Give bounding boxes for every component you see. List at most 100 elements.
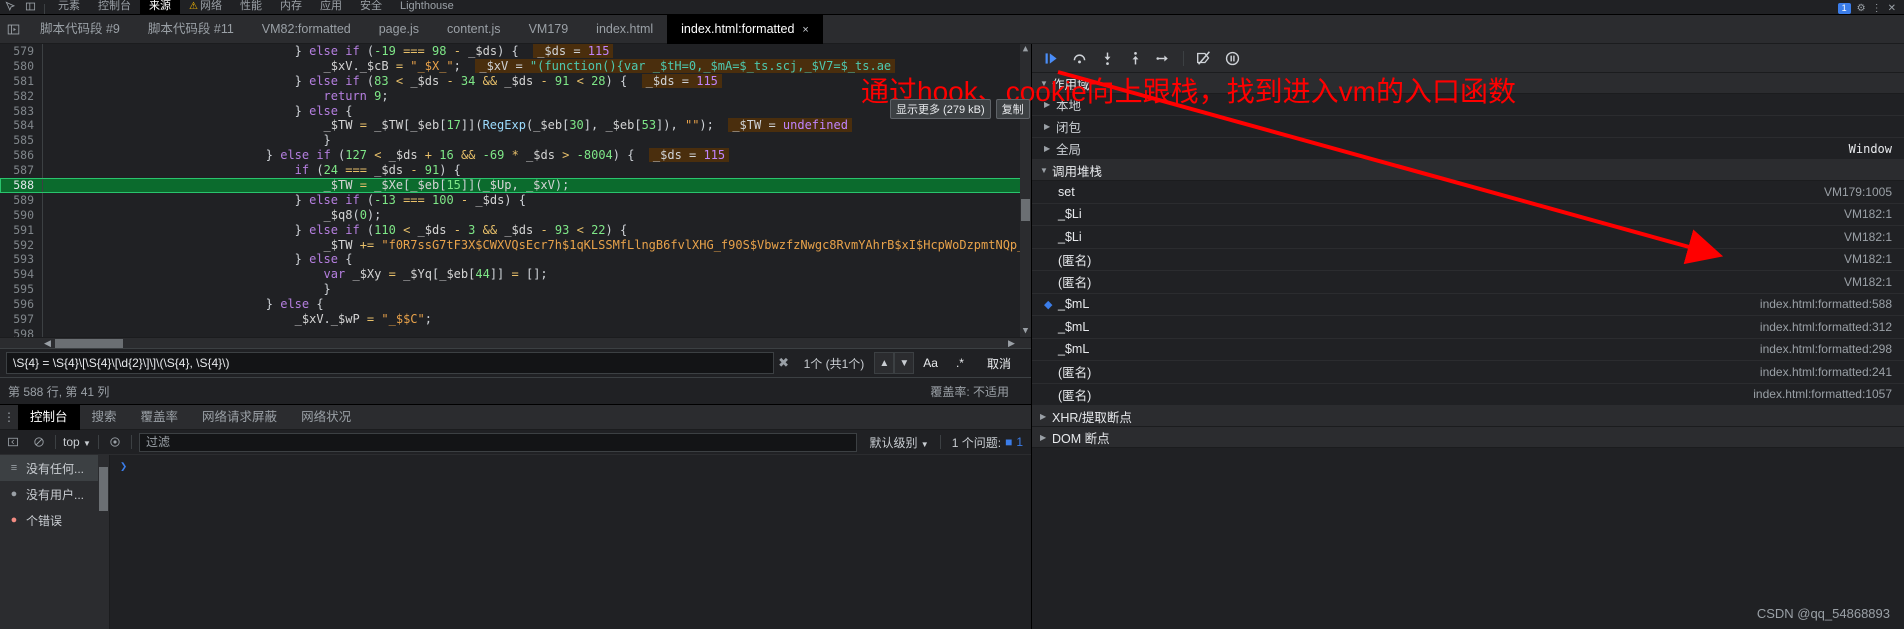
breakpoint-gutter[interactable] — [42, 148, 49, 164]
source-tab-7[interactable]: index.html:formatted × — [667, 14, 823, 44]
console-sidebar-item-0[interactable]: ≡ 没有任何... — [0, 455, 109, 481]
line-number[interactable]: 598 — [0, 326, 42, 337]
main-tab-2[interactable]: 来源 — [140, 0, 180, 14]
step-out-button[interactable] — [1122, 45, 1148, 71]
source-tab-0[interactable]: 脚本代码段 #9 — [26, 15, 134, 44]
line-number[interactable]: 593 — [0, 252, 42, 268]
line-number[interactable]: 596 — [0, 297, 42, 313]
source-tab-6[interactable]: index.html — [582, 15, 667, 44]
console-output[interactable]: ❯ — [110, 455, 1031, 629]
copy-button[interactable]: 复制 — [995, 99, 1030, 119]
gear-icon[interactable]: ⚙ — [1857, 3, 1866, 14]
callstack-row-6[interactable]: _$mL index.html:formatted:312 — [1032, 316, 1904, 339]
editor-horizontal-scrollbar[interactable]: ◀ ▶ — [0, 337, 1031, 348]
issues-badge[interactable]: 1 — [1837, 3, 1851, 14]
search-input[interactable] — [6, 352, 774, 374]
regex-button[interactable]: .* — [947, 356, 973, 370]
find-bar[interactable]: ✖ 1个 (共1个) ▲ ▼ Aa .* 取消 — [0, 348, 1031, 378]
code-line[interactable]: 593 } else { — [0, 252, 1031, 268]
line-number[interactable]: 579 — [0, 44, 42, 59]
show-console-sidebar-icon[interactable] — [0, 430, 26, 455]
line-number[interactable]: 592 — [0, 237, 42, 253]
callstack-row-9[interactable]: (匿名) index.html:formatted:1057 — [1032, 384, 1904, 406]
source-tab-4[interactable]: content.js — [433, 15, 515, 44]
pause-on-exceptions-button[interactable] — [1219, 45, 1245, 71]
scrollbar-thumb[interactable] — [99, 467, 108, 511]
callstack-row-7[interactable]: _$mL index.html:formatted:298 — [1032, 339, 1904, 361]
code-line[interactable]: 591 } else if (110 < _$ds - 3 && _$ds - … — [0, 222, 1031, 238]
line-number[interactable]: 583 — [0, 103, 42, 119]
match-case-button[interactable]: Aa — [914, 356, 947, 370]
chevron-right-icon[interactable]: ▶ — [1040, 412, 1052, 421]
code-line[interactable]: 586 } else if (127 < _$ds + 16 && -69 * … — [0, 148, 1031, 164]
breakpoint-gutter[interactable] — [42, 237, 49, 253]
console-toolbar[interactable]: top ▼ 过滤 默认级别 ▼ 1 个问题: ■ 1 — [0, 430, 1031, 455]
breakpoint-gutter[interactable] — [42, 163, 49, 179]
breakpoint-gutter[interactable] — [42, 252, 49, 268]
show-more-button[interactable]: 显示更多 (279 kB) — [890, 99, 991, 119]
breakpoint-gutter[interactable] — [42, 118, 49, 134]
code-line[interactable]: 587 if (24 === _$ds - 91) { — [0, 163, 1031, 179]
prev-match-button[interactable]: ▲ — [874, 352, 895, 374]
code-line[interactable]: 583 } else { — [0, 103, 1031, 119]
drawer-tab-2[interactable]: 覆盖率 — [129, 405, 191, 430]
sources-file-tabbar[interactable]: 脚本代码段 #9 脚本代码段 #11 VM82:formatted page.js co… — [0, 14, 1904, 44]
editor-vertical-scrollbar[interactable]: ▲ ▼ — [1020, 44, 1031, 337]
scope-rows[interactable]: ▶ 本地 ▶ 闭包 ▶ 全局 Window — [1032, 94, 1904, 160]
code-line[interactable]: 598 — [0, 326, 1031, 337]
close-icon[interactable]: × — [802, 24, 808, 36]
show-more-controls[interactable]: 显示更多 (279 kB) 复制 — [890, 99, 1030, 119]
callstack-rows[interactable]: set VM179:1005 _$Li VM182:1 _$Li VM182:1 (匿名) V… — [1032, 181, 1904, 406]
line-number[interactable]: 585 — [0, 133, 42, 149]
drawer-tab-0[interactable]: 控制台 — [18, 404, 80, 430]
code-line[interactable]: 585 } — [0, 133, 1031, 149]
code-line[interactable]: 579 } else if (-19 === 98 - _$ds) { _$ds… — [0, 44, 1031, 59]
code-line[interactable]: 582 return 9; — [0, 88, 1031, 104]
close-icon[interactable]: ✕ — [1888, 3, 1896, 14]
line-number[interactable]: 582 — [0, 88, 42, 104]
live-expression-icon[interactable] — [102, 430, 128, 455]
callstack-row-1[interactable]: _$Li VM182:1 — [1032, 204, 1904, 226]
source-tab-3[interactable]: page.js — [365, 15, 433, 44]
code-line[interactable]: 595 } — [0, 282, 1031, 298]
line-number[interactable]: 581 — [0, 73, 42, 89]
debugger-toolbar[interactable] — [1032, 44, 1904, 73]
scroll-up-arrow[interactable]: ▲ — [1020, 44, 1031, 55]
scroll-down-arrow[interactable]: ▼ — [1020, 326, 1031, 337]
line-number[interactable]: 587 — [0, 163, 42, 179]
extra-sections[interactable]: ▶ XHR/提取断点 ▶ DOM 断点 — [1032, 406, 1904, 448]
code-line[interactable]: 584 _$TW = _$TW[_$eb[17]](RegExp(_$eb[30… — [0, 118, 1031, 134]
console-sidebar[interactable]: ≡ 没有任何... ● 没有用户... ● 个错误 — [0, 455, 110, 629]
line-number[interactable]: 590 — [0, 207, 42, 223]
callstack-row-3[interactable]: (匿名) VM182:1 — [1032, 249, 1904, 271]
callstack-row-4[interactable]: (匿名) VM182:1 — [1032, 271, 1904, 294]
console-filter-input[interactable]: 过滤 — [138, 432, 858, 452]
breakpoint-gutter[interactable] — [42, 207, 49, 223]
breakpoint-gutter[interactable] — [42, 178, 49, 193]
scope-section-header[interactable]: ▼ 作用域 — [1032, 73, 1904, 94]
source-tab-5[interactable]: VM179 — [515, 15, 583, 44]
deactivate-breakpoints-button[interactable] — [1191, 45, 1217, 71]
log-level-selector[interactable]: 默认级别 ▼ — [861, 434, 936, 451]
breakpoint-gutter[interactable] — [42, 326, 49, 337]
code-line[interactable]: 588 _$TW = _$Xe[_$eb[15]](_$Up, _$xV); — [0, 178, 1031, 193]
breakpoint-gutter[interactable] — [42, 73, 49, 89]
clear-console-icon[interactable] — [26, 430, 52, 455]
breakpoint-gutter[interactable] — [42, 58, 49, 74]
extra-section-1[interactable]: ▶ DOM 断点 — [1032, 427, 1904, 448]
main-tab-list[interactable]: 元素 控制台 来源 ⚠ 网络 性能 内存 应用 安全 Lighthouse — [49, 0, 463, 14]
breakpoint-gutter[interactable] — [42, 267, 49, 283]
drawer-tab-1[interactable]: 搜索 — [80, 405, 129, 430]
callstack-row-8[interactable]: (匿名) index.html:formatted:241 — [1032, 361, 1904, 384]
source-tab-1[interactable]: 脚本代码段 #11 — [134, 15, 248, 44]
breakpoint-gutter[interactable] — [42, 133, 49, 149]
breakpoint-gutter[interactable] — [42, 282, 49, 298]
code-line[interactable]: 594 var _$Xy = _$Yq[_$eb[44]] = []; — [0, 267, 1031, 283]
drawer-tab-3[interactable]: 网络请求屏蔽 — [190, 405, 289, 430]
code-editor[interactable]: 579 } else if (-19 === 98 - _$ds) { _$ds… — [0, 44, 1031, 337]
breakpoint-gutter[interactable] — [42, 44, 49, 59]
inspect-element-icon[interactable] — [0, 0, 20, 14]
code-line[interactable]: 592 _$TW += "f0R7ssG7tF3X$CWXVQsEcr7h$1q… — [0, 237, 1031, 253]
scrollbar-thumb[interactable] — [1021, 199, 1030, 221]
callstack-section-header[interactable]: ▼ 调用堆栈 — [1032, 160, 1904, 181]
